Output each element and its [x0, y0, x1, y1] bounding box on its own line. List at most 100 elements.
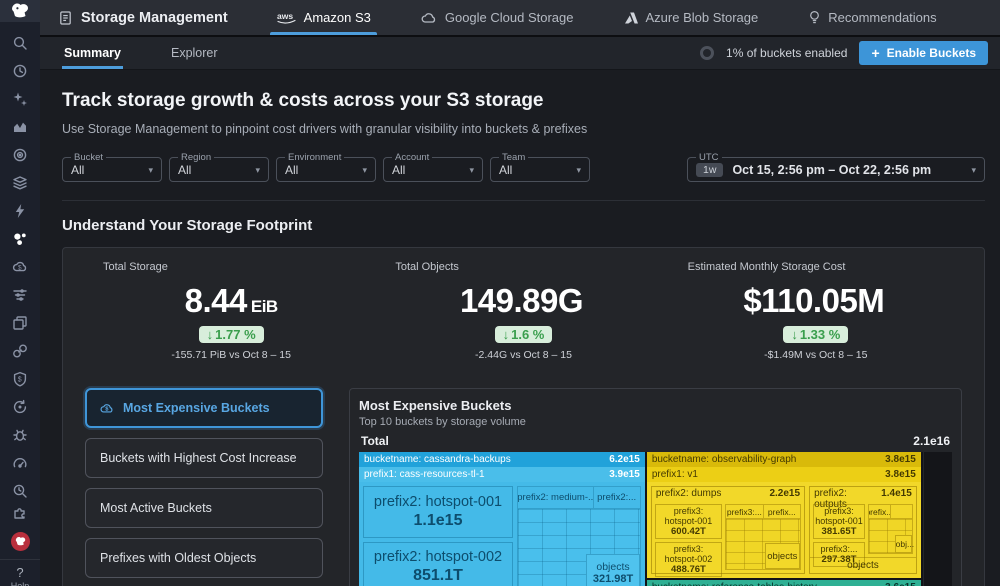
- bucket-header[interactable]: bucketname: cassandra-backups6.2e15: [359, 452, 645, 467]
- buckets-enabled-text: 1% of buckets enabled: [726, 46, 847, 60]
- svg-text:$: $: [18, 377, 22, 384]
- plus-icon: +: [871, 46, 879, 60]
- stat-monthly-cost: Estimated Monthly Storage Cost $110.05M …: [670, 261, 962, 361]
- target-icon[interactable]: [9, 144, 31, 166]
- search-clock-icon[interactable]: [9, 480, 31, 502]
- storage-footprint-card: Total Storage 8.44EiB ↓1.77 % -155.71 Pi…: [62, 247, 985, 586]
- stat-total-storage: Total Storage 8.44EiB ↓1.77 % -155.71 Pi…: [85, 261, 377, 361]
- view-prefixes-oldest-objects[interactable]: Prefixes with Oldest Objects: [85, 538, 323, 578]
- shield-dollar-icon[interactable]: $: [9, 368, 31, 390]
- down-arrow-icon: ↓: [207, 327, 214, 342]
- top-header: Storage Management aws Amazon S3 Google …: [40, 0, 1000, 37]
- cell-objects[interactable]: objects 321.98T: [586, 554, 640, 586]
- view-most-active-buckets[interactable]: Most Active Buckets: [85, 488, 323, 528]
- treemap-bucket-observability-graph[interactable]: bucketname: observability-graph3.8e15 pr…: [647, 452, 921, 586]
- app-title: Storage Management: [40, 0, 254, 35]
- down-arrow-icon: ↓: [503, 327, 510, 342]
- enable-buckets-button[interactable]: + Enable Buckets: [859, 41, 988, 65]
- treemap-subtitle: Top 10 buckets by storage volume: [359, 416, 952, 428]
- main-area: Storage Management aws Amazon S3 Google …: [40, 0, 1000, 586]
- treemap-panel: Most Expensive Buckets Top 10 buckets by…: [349, 388, 962, 586]
- azure-icon: [624, 11, 639, 25]
- filter-row: Bucket All▾ Region All▾ Environment All▾…: [62, 152, 985, 182]
- sparkles-icon[interactable]: [9, 88, 31, 110]
- group-outputs[interactable]: prefix2: outputs1.4e15 prefix3: hotspot-…: [809, 486, 917, 574]
- treemap-bucket-reference-tables-history[interactable]: bucketname: reference-tables-history3.6e…: [647, 580, 921, 586]
- cloud-dollar-icon: $: [100, 402, 115, 414]
- account-filter[interactable]: Account All▾: [383, 152, 483, 182]
- user-avatar[interactable]: [11, 532, 30, 551]
- tab-label: Recommendations: [828, 10, 936, 25]
- cell-objects[interactable]: objects: [765, 543, 801, 569]
- cell-hotspot-002[interactable]: prefix2: hotspot-002 851.1T: [363, 542, 513, 586]
- environment-filter[interactable]: Environment All▾: [276, 152, 376, 182]
- explore-section: $ Most Expensive Buckets Buckets with Hi…: [85, 388, 962, 586]
- datadog-dog-icon: [9, 0, 31, 22]
- document-icon: [58, 10, 73, 26]
- puzzle-icon[interactable]: [9, 502, 31, 524]
- tab-label: Google Cloud Storage: [445, 10, 574, 25]
- time-preset-badge[interactable]: 1w: [696, 163, 723, 177]
- view-buttons: $ Most Expensive Buckets Buckets with Hi…: [85, 388, 323, 586]
- bug-icon[interactable]: [9, 424, 31, 446]
- treemap-bucket-cassandra-backups[interactable]: bucketname: cassandra-backups6.2e15 pref…: [359, 452, 645, 586]
- cell-hotspot-001[interactable]: prefix3: hotspot-001600.42T: [655, 504, 722, 539]
- tab-google-cloud-storage[interactable]: Google Cloud Storage: [399, 0, 596, 35]
- aws-icon: aws: [276, 10, 297, 25]
- cell-prefix2[interactable]: prefix2:...: [594, 487, 640, 509]
- view-most-expensive-buckets[interactable]: $ Most Expensive Buckets: [85, 388, 323, 428]
- history-icon[interactable]: [9, 60, 31, 82]
- tab-azure-blob-storage[interactable]: Azure Blob Storage: [602, 0, 781, 35]
- help-button[interactable]: ? Help: [0, 559, 40, 586]
- cell-hotspot-001[interactable]: prefix3: hotspot-001381.65T: [813, 504, 865, 539]
- divider: [62, 200, 985, 201]
- cell-medium[interactable]: prefix2: medium-..: [518, 487, 594, 509]
- svg-text:aws: aws: [277, 11, 293, 21]
- treemap-clipped-area: [923, 452, 952, 586]
- layers-icon[interactable]: [9, 172, 31, 194]
- stats-row: Total Storage 8.44EiB ↓1.77 % -155.71 Pi…: [85, 261, 962, 361]
- cell-objects[interactable]: objects: [810, 557, 916, 573]
- chevron-down-icon: ▾: [362, 165, 367, 176]
- chevron-down-icon: ▾: [469, 165, 474, 176]
- area-chart-icon[interactable]: [9, 116, 31, 138]
- storage-management-screen: $ $ ? Help: [0, 0, 1000, 586]
- cell-obj[interactable]: obj...: [895, 535, 912, 553]
- content: Track storage growth & costs across your…: [40, 70, 1000, 586]
- cloud-dollar-icon[interactable]: $: [9, 256, 31, 278]
- prefix1-header[interactable]: prefix1: cass-resources-tl-13.9e15: [359, 467, 645, 482]
- hero-title: Track storage growth & costs across your…: [62, 90, 985, 112]
- filter-lines-icon[interactable]: [9, 284, 31, 306]
- time-range-picker[interactable]: UTC 1w Oct 15, 2:56 pm – Oct 22, 2:56 pm…: [687, 152, 985, 182]
- datadog-logo[interactable]: [0, 0, 40, 22]
- progress-donut-icon: [700, 46, 714, 60]
- tab-summary[interactable]: Summary: [62, 37, 123, 69]
- group-dumps[interactable]: prefix2: dumps2.2e15 prefix3: hotspot-00…: [651, 486, 805, 574]
- region-filter[interactable]: Region All▾: [169, 152, 269, 182]
- chevron-down-icon: ▾: [576, 165, 581, 176]
- tab-label: Amazon S3: [304, 10, 371, 25]
- treemap-total-row: Total2.1e16: [359, 428, 952, 452]
- sidebar: $ $ ? Help: [0, 0, 40, 586]
- gauge-icon[interactable]: [9, 452, 31, 474]
- dots-cluster-icon[interactable]: [9, 228, 31, 250]
- tab-recommendations[interactable]: Recommendations: [786, 0, 958, 35]
- chain-link-icon[interactable]: [9, 340, 31, 362]
- cell-hotspot-002[interactable]: prefix3: hotspot-002488.76T: [655, 542, 722, 577]
- section-title: Understand Your Storage Footprint: [62, 217, 985, 234]
- search-icon[interactable]: [9, 32, 31, 54]
- bucket-header[interactable]: bucketname: observability-graph3.8e15: [647, 452, 921, 467]
- windows-icon[interactable]: [9, 312, 31, 334]
- tab-amazon-s3[interactable]: aws Amazon S3: [254, 0, 393, 35]
- clock-refresh-icon[interactable]: [9, 396, 31, 418]
- bucket-filter[interactable]: Bucket All▾: [62, 152, 162, 182]
- help-icon: ?: [0, 565, 40, 580]
- stat-total-objects: Total Objects 149.89G ↓1.6 % -2.44G vs O…: [377, 261, 669, 361]
- prefix1-header[interactable]: prefix1: v13.8e15: [647, 467, 921, 482]
- cell-hotspot-001[interactable]: prefix2: hotspot-001 1.1e15: [363, 486, 513, 538]
- tab-explorer[interactable]: Explorer: [169, 37, 220, 69]
- team-filter[interactable]: Team All▾: [490, 152, 590, 182]
- lightning-icon[interactable]: [9, 200, 31, 222]
- treemap-title: Most Expensive Buckets: [359, 398, 952, 413]
- view-highest-cost-increase[interactable]: Buckets with Highest Cost Increase: [85, 438, 323, 478]
